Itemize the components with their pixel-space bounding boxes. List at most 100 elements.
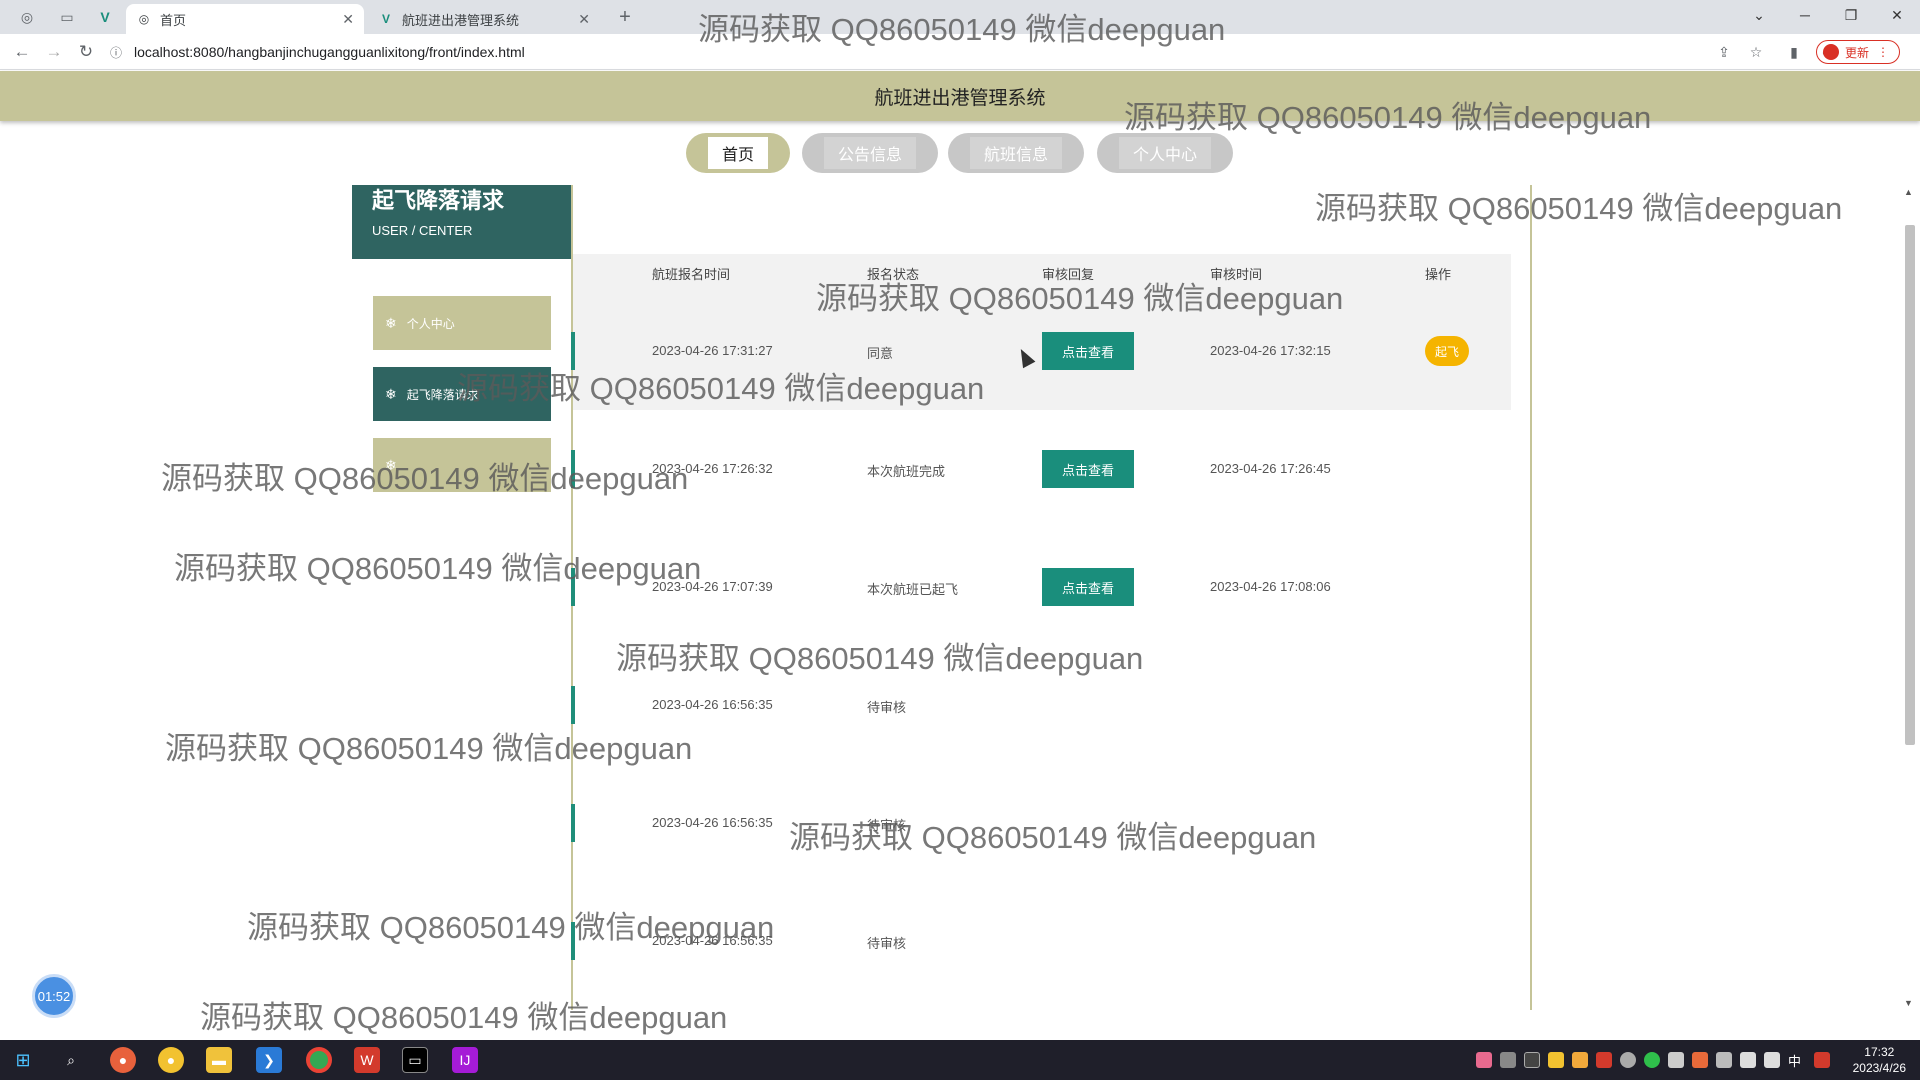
- clock-date: 2023/4/26: [1852, 1061, 1906, 1075]
- tab-list-icon[interactable]: ⌄: [1736, 0, 1782, 30]
- address-bar: ← → ↻ ⓘ localhost:8080/hangbanjinchugang…: [0, 34, 1920, 70]
- tray-app-icon[interactable]: [1476, 1052, 1492, 1068]
- page-scrollbar[interactable]: ▲ ▼: [1902, 185, 1916, 1010]
- snowflake-icon: ❄: [385, 456, 397, 473]
- vue-icon: V: [381, 12, 390, 26]
- nav-user-center[interactable]: 个人中心: [1097, 133, 1233, 173]
- tab-search-icon[interactable]: ◎: [14, 5, 40, 29]
- sidebar-item-user-center[interactable]: ❄ 个人中心: [373, 296, 551, 350]
- takeoff-button[interactable]: 起飞: [1425, 336, 1469, 366]
- nav-label: 公告信息: [823, 137, 916, 169]
- volume-icon[interactable]: [1764, 1052, 1780, 1068]
- view-reply-button[interactable]: 点击查看: [1042, 332, 1134, 370]
- intellij-icon[interactable]: IJ: [452, 1047, 478, 1073]
- tray-app-icon[interactable]: [1524, 1052, 1540, 1068]
- side-panel-icon[interactable]: ▮: [1782, 40, 1806, 64]
- nav-announcements[interactable]: 公告信息: [802, 133, 938, 173]
- globe-icon: ◎: [138, 12, 150, 26]
- windows-start-icon[interactable]: ⊞: [10, 1047, 36, 1073]
- share-icon[interactable]: ⇪: [1712, 40, 1736, 64]
- file-explorer-icon[interactable]: ▬: [206, 1047, 232, 1073]
- site-header: 航班进出港管理系统: [0, 71, 1920, 121]
- column-header: 航班报名时间: [652, 267, 731, 282]
- search-icon[interactable]: ⌕: [58, 1047, 84, 1073]
- cell-status: 本次航班完成: [867, 464, 946, 479]
- back-icon[interactable]: ←: [10, 40, 34, 64]
- terminal-icon[interactable]: ▭: [402, 1047, 428, 1073]
- info-icon[interactable]: ⓘ: [106, 44, 126, 61]
- bookmark-star-icon[interactable]: ☆: [1744, 40, 1768, 64]
- minimize-icon[interactable]: ─: [1782, 0, 1828, 30]
- windows-taskbar: ⊞ ⌕ ● ● ▬ ❯ W ▭ IJ 中 17:32 2023/4/26: [0, 1040, 1920, 1080]
- watermark: 源码获取 QQ86050149 微信deepguan: [165, 731, 693, 766]
- url-field[interactable]: ⓘ localhost:8080/hangbanjinchugangguanli…: [106, 39, 1846, 65]
- forward-icon[interactable]: →: [42, 40, 66, 64]
- top-nav: 首页 公告信息 航班信息 个人中心: [0, 133, 1920, 173]
- wifi-icon[interactable]: [1740, 1052, 1756, 1068]
- nav-flights[interactable]: 航班信息: [948, 133, 1084, 173]
- menu-dots-icon: ⋮: [1877, 45, 1889, 59]
- avatar: [1822, 44, 1839, 60]
- scroll-up-icon[interactable]: ▲: [1904, 187, 1913, 197]
- browser-tab-home[interactable]: ◎ 首页 ✕: [126, 4, 364, 34]
- clock-time: 17:32: [1864, 1045, 1895, 1059]
- watermark: 源码获取 QQ86050149 微信deepguan: [174, 551, 702, 586]
- app-chick-icon[interactable]: ●: [158, 1047, 184, 1073]
- vscode-icon[interactable]: ❯: [256, 1047, 282, 1073]
- cell-signup-time: 2023-04-26 16:56:35: [652, 815, 773, 830]
- cell-review-time: 2023-04-26 17:26:45: [1210, 461, 1331, 476]
- tray-app-icon[interactable]: [1500, 1052, 1516, 1068]
- cell-status: 待审核: [867, 936, 907, 951]
- close-tab-icon[interactable]: ✕: [578, 11, 590, 28]
- system-clock[interactable]: 17:32 2023/4/26: [1853, 1044, 1906, 1076]
- scroll-down-icon[interactable]: ▼: [1904, 998, 1913, 1008]
- sidebar-title: 起飞降落请求: [372, 188, 505, 213]
- update-button[interactable]: 更新 ⋮: [1815, 40, 1900, 64]
- view-reply-button[interactable]: 点击查看: [1042, 450, 1134, 488]
- wps-icon[interactable]: W: [354, 1047, 380, 1073]
- watermark: 源码获取 QQ86050149 微信deepguan: [616, 641, 1144, 676]
- reload-icon[interactable]: ↻: [74, 40, 98, 64]
- vue-tab-icon[interactable]: V: [92, 5, 118, 29]
- cell-signup-time: 2023-04-26 16:56:35: [652, 933, 773, 948]
- close-window-icon[interactable]: ✕: [1874, 0, 1920, 30]
- watermark: 源码获取 QQ86050149 微信deepguan: [200, 1000, 728, 1035]
- column-header: 操作: [1425, 267, 1452, 282]
- cell-status: 同意: [867, 346, 894, 361]
- tray-folder-icon[interactable]: [1548, 1052, 1564, 1068]
- restore-icon[interactable]: ❐: [1828, 0, 1874, 30]
- wechat-icon[interactable]: [1644, 1052, 1660, 1068]
- cell-signup-time: 2023-04-26 17:07:39: [652, 579, 773, 594]
- tray-app-icon[interactable]: [1692, 1052, 1708, 1068]
- chrome-icon[interactable]: [306, 1047, 332, 1073]
- cell-status: 待审核: [867, 818, 907, 833]
- row-marker: [571, 804, 575, 842]
- nav-home[interactable]: 首页: [686, 133, 790, 173]
- recording-timer[interactable]: 01:52: [32, 974, 76, 1018]
- usb-icon[interactable]: [1716, 1052, 1732, 1068]
- nav-label: 首页: [707, 137, 768, 169]
- tray-app-icon[interactable]: [1596, 1052, 1612, 1068]
- close-tab-icon[interactable]: ✕: [342, 11, 354, 28]
- sidebar-item-label: 起飞降落请求: [406, 387, 479, 402]
- tray-shield-icon[interactable]: [1572, 1052, 1588, 1068]
- sidebar-header: 起飞降落请求 USER / CENTER: [352, 185, 572, 259]
- pinned-tab-icon[interactable]: ▭: [54, 5, 80, 29]
- tray-app-icon[interactable]: [1620, 1052, 1636, 1068]
- cell-status: 待审核: [867, 700, 907, 715]
- sidebar-item-third[interactable]: ❄: [373, 438, 551, 492]
- browser-tab-system[interactable]: V 航班进出港管理系统 ✕: [368, 4, 600, 34]
- tray-app-icon[interactable]: [1814, 1052, 1830, 1068]
- browser-tab-bar: ◎ ▭ V ◎ 首页 ✕ V 航班进出港管理系统 ✕ + ⌄ ─ ❐ ✕: [0, 0, 1920, 34]
- row-marker: [571, 686, 575, 724]
- sidebar-subtitle: USER / CENTER: [372, 223, 473, 238]
- sidebar-item-takeoff-requests[interactable]: ❄ 起飞降落请求: [373, 367, 551, 421]
- nav-label: 航班信息: [969, 137, 1062, 169]
- firefox-icon[interactable]: ●: [110, 1047, 136, 1073]
- view-reply-button[interactable]: 点击查看: [1042, 568, 1134, 606]
- ime-indicator[interactable]: 中: [1788, 1051, 1804, 1069]
- new-tab-icon[interactable]: +: [612, 5, 638, 29]
- row-marker: [571, 450, 575, 488]
- scrollbar-thumb[interactable]: [1905, 225, 1915, 745]
- tray-app-icon[interactable]: [1668, 1052, 1684, 1068]
